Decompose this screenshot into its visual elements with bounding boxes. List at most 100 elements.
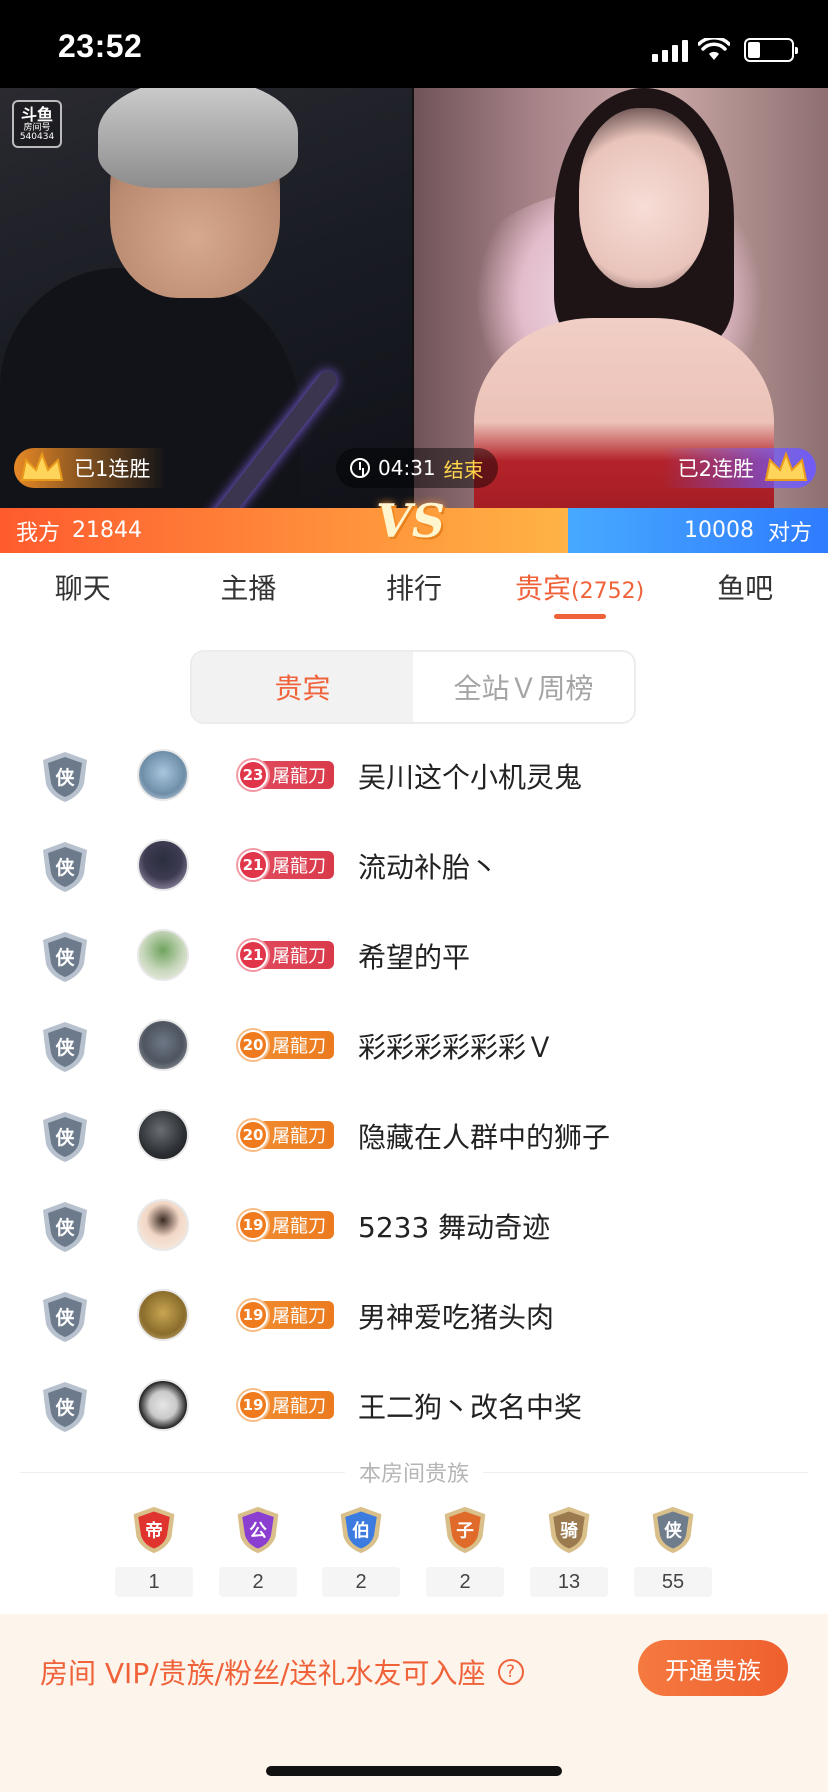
svg-text:伯: 伯 bbox=[352, 1520, 370, 1541]
list-item[interactable]: 侠 21 屠龍刀 流动补胎丶 bbox=[0, 820, 828, 910]
segment-site-weekly[interactable]: 全站Ｖ周榜 bbox=[413, 652, 634, 722]
battery-icon bbox=[744, 38, 798, 62]
xia-shield-icon: 侠 bbox=[40, 840, 90, 894]
left-win-streak: 已1连胜 bbox=[14, 448, 167, 488]
medal-level: 19 bbox=[238, 1300, 268, 1330]
pk-video[interactable]: 斗鱼 房间号 540434 已1连胜 04:31 结束 已2连胜 我方 2184… bbox=[0, 88, 828, 553]
svg-text:侠: 侠 bbox=[55, 1036, 75, 1059]
avatar[interactable] bbox=[137, 749, 189, 801]
svg-text:侠: 侠 bbox=[55, 1306, 75, 1329]
svg-text:侠: 侠 bbox=[664, 1520, 682, 1541]
fan-medal: 19 屠龍刀 bbox=[238, 1390, 334, 1420]
nobility-badge-icon: 伯 bbox=[335, 1505, 387, 1555]
svg-text:侠: 侠 bbox=[55, 766, 75, 789]
open-nobility-button[interactable]: 开通贵族 bbox=[638, 1640, 788, 1696]
nobility-rank[interactable]: 帝1 bbox=[115, 1505, 193, 1597]
clock-icon bbox=[350, 458, 370, 478]
svg-text:侠: 侠 bbox=[55, 946, 75, 969]
list-item[interactable]: 侠 21 屠龍刀 希望的平 bbox=[0, 910, 828, 1000]
avatar[interactable] bbox=[137, 1109, 189, 1161]
avatar[interactable] bbox=[137, 1019, 189, 1071]
crown-icon bbox=[20, 451, 64, 481]
vip-segment-control: 贵宾 全站Ｖ周榜 bbox=[190, 650, 636, 724]
active-tab-indicator bbox=[553, 614, 606, 619]
status-bar: 23:52 bbox=[0, 0, 828, 88]
nobility-rank[interactable]: 骑 13 bbox=[530, 1505, 608, 1597]
medal-name: 屠龍刀 bbox=[260, 1301, 334, 1329]
nobility-title: 本房间贵族 bbox=[0, 1456, 828, 1488]
tab-streamer[interactable]: 主播 bbox=[166, 553, 332, 625]
status-time: 23:52 bbox=[58, 28, 143, 64]
avatar[interactable] bbox=[137, 1199, 189, 1251]
fan-medal: 19 屠龍刀 bbox=[238, 1210, 334, 1240]
xia-shield-icon: 侠 bbox=[40, 1290, 90, 1344]
avatar[interactable] bbox=[137, 1379, 189, 1431]
tab-vip[interactable]: 贵宾(2752) bbox=[497, 553, 663, 625]
segment-vip[interactable]: 贵宾 bbox=[192, 652, 413, 722]
nobility-count: 13 bbox=[530, 1567, 608, 1597]
nobility-count: 55 bbox=[634, 1567, 712, 1597]
tab-chat[interactable]: 聊天 bbox=[0, 553, 166, 625]
list-item[interactable]: 侠 23 屠龍刀 吴川这个小机灵鬼 bbox=[0, 730, 828, 820]
fan-medal: 23 屠龍刀 bbox=[238, 760, 334, 790]
username: 希望的平 bbox=[358, 941, 471, 974]
our-score-segment: 我方 21844 bbox=[0, 508, 568, 553]
username: 5233 舞动奇迹 bbox=[358, 1211, 551, 1244]
username: 彩彩彩彩彩彩Ｖ bbox=[358, 1031, 555, 1064]
nobility-rank[interactable]: 子2 bbox=[426, 1505, 504, 1597]
wifi-icon bbox=[698, 38, 730, 60]
nobility-badge-icon: 帝 bbox=[128, 1505, 180, 1555]
fan-medal: 20 屠龍刀 bbox=[238, 1030, 334, 1060]
username: 吴川这个小机灵鬼 bbox=[358, 761, 583, 794]
medal-level: 21 bbox=[238, 850, 268, 880]
vip-list: 侠 23 屠龍刀 吴川这个小机灵鬼侠 21 屠龍刀 流动补胎丶侠 21 屠龍刀 希望的平侠 20 屠龍… bbox=[0, 730, 828, 1450]
seat-info: 房间 VIP/贵族/粉丝/送礼水友可入座 ? bbox=[40, 1652, 524, 1692]
nobility-badge-icon: 侠 bbox=[647, 1505, 699, 1555]
nobility-badge-icon: 子 bbox=[439, 1505, 491, 1555]
avatar[interactable] bbox=[137, 1289, 189, 1341]
username: 王二狗丶改名中奖 bbox=[358, 1391, 583, 1424]
medal-level: 20 bbox=[238, 1120, 268, 1150]
their-score-segment: 10008 对方 bbox=[568, 508, 828, 553]
nobility-rank[interactable]: 侠 55 bbox=[634, 1505, 712, 1597]
home-indicator[interactable] bbox=[266, 1766, 562, 1776]
medal-name: 屠龍刀 bbox=[260, 851, 334, 879]
svg-text:骑: 骑 bbox=[560, 1520, 578, 1541]
nobility-count: 2 bbox=[219, 1567, 297, 1597]
room-tabs: 聊天 主播 排行 贵宾(2752) 鱼吧 bbox=[0, 553, 828, 625]
vs-emblem: VS bbox=[376, 494, 445, 548]
nobility-badge-icon: 公 bbox=[232, 1505, 284, 1555]
list-item[interactable]: 侠 19 屠龍刀 男神爱吃猪头肉 bbox=[0, 1270, 828, 1360]
pk-timer: 04:31 结束 bbox=[336, 448, 498, 488]
fan-medal: 21 屠龍刀 bbox=[238, 940, 334, 970]
list-item[interactable]: 侠 20 屠龍刀 彩彩彩彩彩彩Ｖ bbox=[0, 1000, 828, 1090]
svg-text:子: 子 bbox=[456, 1521, 474, 1541]
svg-text:公: 公 bbox=[249, 1521, 267, 1541]
list-item[interactable]: 侠 20 屠龍刀 隐藏在人群中的狮子 bbox=[0, 1090, 828, 1180]
svg-text:帝: 帝 bbox=[145, 1520, 163, 1541]
svg-text:侠: 侠 bbox=[55, 856, 75, 879]
right-win-streak: 已2连胜 bbox=[661, 448, 816, 488]
nobility-rank[interactable]: 公2 bbox=[219, 1505, 297, 1597]
medal-name: 屠龍刀 bbox=[260, 1121, 334, 1149]
xia-shield-icon: 侠 bbox=[40, 930, 90, 984]
tab-fish-bar[interactable]: 鱼吧 bbox=[662, 553, 828, 625]
medal-name: 屠龍刀 bbox=[260, 1031, 334, 1059]
tab-ranking[interactable]: 排行 bbox=[331, 553, 497, 625]
list-item[interactable]: 侠 19 屠龍刀 王二狗丶改名中奖 bbox=[0, 1360, 828, 1450]
status-icons bbox=[652, 36, 798, 62]
crown-icon bbox=[764, 451, 808, 481]
medal-name: 屠龍刀 bbox=[260, 941, 334, 969]
help-icon[interactable]: ? bbox=[497, 1659, 524, 1685]
list-item[interactable]: 侠 19 屠龍刀 5233 舞动奇迹 bbox=[0, 1180, 828, 1270]
xia-shield-icon: 侠 bbox=[40, 1020, 90, 1074]
avatar[interactable] bbox=[137, 929, 189, 981]
medal-name: 屠龍刀 bbox=[260, 1211, 334, 1239]
medal-level: 21 bbox=[238, 940, 268, 970]
xia-shield-icon: 侠 bbox=[40, 750, 90, 804]
medal-name: 屠龍刀 bbox=[260, 1391, 334, 1419]
nobility-count: 2 bbox=[426, 1567, 504, 1597]
nobility-rank[interactable]: 伯2 bbox=[322, 1505, 400, 1597]
avatar[interactable] bbox=[137, 839, 189, 891]
nobility-count: 1 bbox=[115, 1567, 193, 1597]
